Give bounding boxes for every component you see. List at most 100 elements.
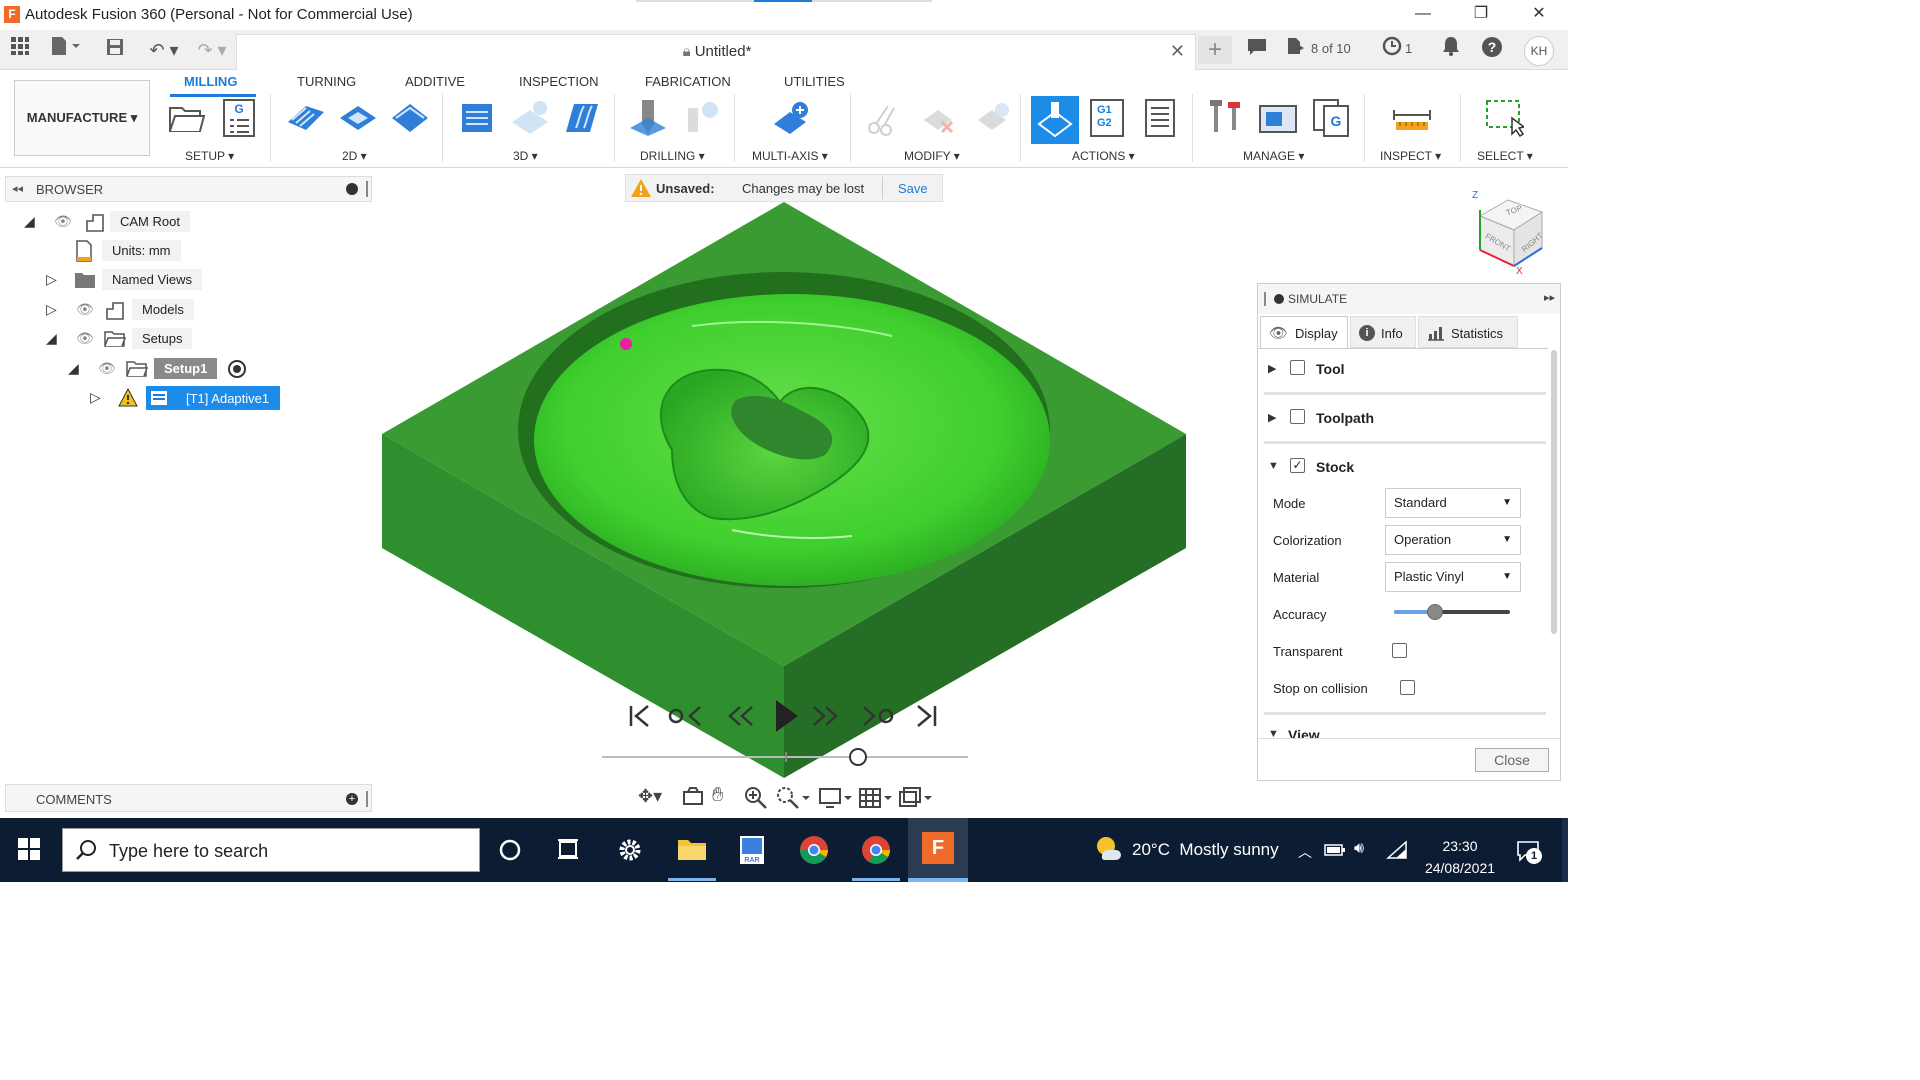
group-select[interactable]: SELECT ▾: [1477, 149, 1533, 163]
window-select-icon[interactable]: [1484, 98, 1526, 138]
file-menu-icon[interactable]: [48, 36, 84, 64]
tab-statistics[interactable]: Statistics: [1418, 316, 1518, 348]
panel-toggle-icon[interactable]: [1274, 294, 1284, 304]
measure-icon[interactable]: [1392, 98, 1432, 138]
collapsed-triangle-icon[interactable]: ▷: [46, 271, 57, 288]
comments-pin-icon[interactable]: [366, 791, 368, 807]
browser-pin-icon[interactable]: [366, 181, 368, 197]
tool-checkbox[interactable]: [1290, 360, 1305, 375]
wifi-icon[interactable]: [1386, 840, 1408, 860]
group-actions[interactable]: ACTIONS ▾: [1072, 149, 1135, 163]
display-settings-icon[interactable]: [818, 786, 852, 810]
battery-icon[interactable]: [1324, 842, 1346, 858]
group-drilling[interactable]: DRILLING ▾: [640, 149, 705, 163]
transparent-checkbox[interactable]: [1392, 643, 1407, 658]
tab-milling[interactable]: MILLING: [184, 74, 237, 89]
drill-icon[interactable]: [628, 98, 668, 138]
expand-triangle-icon[interactable]: ◢: [68, 360, 79, 377]
file-explorer-icon[interactable]: [670, 828, 714, 872]
group-manage[interactable]: MANAGE ▾: [1243, 149, 1304, 163]
chrome-profile-icon[interactable]: [854, 828, 898, 872]
panel-scrollbar[interactable]: [1551, 350, 1557, 634]
tab-fabrication[interactable]: FABRICATION: [645, 74, 731, 89]
face-icon[interactable]: [390, 98, 430, 138]
group-2d[interactable]: 2D ▾: [342, 149, 367, 163]
clock-icon[interactable]: [1380, 36, 1404, 64]
tab-display[interactable]: 👁︎ Display: [1260, 316, 1348, 348]
show-hidden-icons-chevron-icon[interactable]: ︿: [1298, 842, 1312, 862]
pan-hand-icon[interactable]: ✋︎: [712, 784, 736, 810]
visibility-eye-icon[interactable]: 👁︎: [76, 301, 94, 318]
go-to-end-icon[interactable]: [912, 702, 940, 730]
visibility-eye-icon[interactable]: 👁︎: [76, 330, 94, 347]
section-collapsed-icon[interactable]: ▶: [1268, 411, 1276, 424]
expand-triangle-icon[interactable]: ◢: [46, 330, 57, 347]
stop-on-collision-checkbox[interactable]: [1400, 680, 1415, 695]
data-panel-grid-icon[interactable]: [8, 36, 32, 64]
add-comment-icon[interactable]: +: [346, 793, 358, 805]
2d-adaptive-icon[interactable]: [286, 98, 326, 138]
expand-panel-icon[interactable]: ▸▸: [1544, 291, 1555, 304]
viewports-icon[interactable]: [898, 786, 932, 810]
simulate-action-button[interactable]: [1031, 96, 1079, 144]
weather-text[interactable]: 20°C Mostly sunny: [1132, 840, 1279, 860]
tool-library-icon[interactable]: [1206, 98, 1246, 138]
multi-axis-icon[interactable]: [772, 98, 812, 138]
play-icon[interactable]: [772, 698, 800, 734]
active-setup-indicator-icon[interactable]: [228, 360, 246, 378]
document-tab[interactable]: 🔒︎ Untitled* ✕: [236, 34, 1196, 70]
tab-utilities[interactable]: UTILITIES: [784, 74, 845, 89]
nc-program-icon[interactable]: G: [220, 98, 260, 138]
cortana-icon[interactable]: [488, 828, 532, 872]
section-expanded-icon[interactable]: ▼: [1268, 460, 1279, 472]
minimize-button[interactable]: —: [1394, 0, 1452, 30]
fusion-taskbar-button[interactable]: F: [908, 818, 968, 882]
weather-sun-icon[interactable]: [1094, 834, 1122, 862]
look-at-icon[interactable]: [682, 786, 704, 810]
previous-operation-icon[interactable]: [668, 702, 704, 730]
tab-additive[interactable]: ADDITIVE: [405, 74, 465, 89]
save-link[interactable]: Save: [898, 181, 928, 196]
2d-pocket-icon[interactable]: [338, 98, 378, 138]
timeline-track[interactable]: [602, 748, 968, 766]
grid-settings-icon[interactable]: [858, 786, 892, 810]
collapsed-triangle-icon[interactable]: ▷: [46, 301, 57, 318]
visibility-eye-icon[interactable]: 👁︎: [54, 213, 72, 230]
orbit-icon[interactable]: ✥▾: [638, 786, 676, 810]
comment-icon[interactable]: [1244, 36, 1270, 64]
section-expanded-icon[interactable]: ▼: [1268, 728, 1279, 738]
show-desktop-button[interactable]: [1562, 818, 1568, 882]
group-3d[interactable]: 3D ▾: [513, 149, 538, 163]
post-process-icon[interactable]: G1 G2: [1087, 98, 1127, 138]
material-dropdown[interactable]: Plastic Vinyl ▼: [1385, 562, 1521, 592]
post-library-icon[interactable]: G: [1312, 98, 1352, 138]
user-avatar[interactable]: KH: [1524, 36, 1554, 66]
chrome-icon[interactable]: [792, 828, 836, 872]
3d-adaptive-icon[interactable]: [458, 98, 498, 138]
volume-icon[interactable]: 🔊︎: [1354, 840, 1364, 858]
expand-triangle-icon[interactable]: ◢: [24, 213, 35, 230]
step-back-icon[interactable]: [726, 702, 756, 730]
save-icon[interactable]: [104, 36, 126, 64]
group-modify[interactable]: MODIFY ▾: [904, 149, 960, 163]
tree-item-cam-root[interactable]: CAM Root: [110, 211, 190, 232]
3d-parallel-icon[interactable]: [562, 98, 602, 138]
close-button[interactable]: Close: [1475, 748, 1549, 772]
tree-item-adaptive1[interactable]: [T1] Adaptive1: [146, 386, 280, 410]
help-icon[interactable]: ?: [1480, 36, 1504, 64]
close-window-button[interactable]: ✕: [1510, 0, 1568, 30]
accuracy-slider[interactable]: [1394, 604, 1510, 620]
panel-grip-icon[interactable]: [1264, 292, 1266, 306]
group-inspect[interactable]: INSPECT ▾: [1380, 149, 1441, 163]
task-view-icon[interactable]: [546, 828, 590, 872]
colorization-dropdown[interactable]: Operation ▼: [1385, 525, 1521, 555]
new-tab-plus-icon[interactable]: +: [1198, 36, 1232, 64]
notification-bell-icon[interactable]: [1440, 36, 1462, 64]
collapsed-triangle-icon[interactable]: ▷: [90, 389, 101, 406]
visibility-eye-icon[interactable]: 👁︎: [98, 360, 116, 377]
step-forward-icon[interactable]: [810, 702, 840, 730]
clock-date[interactable]: 24/08/2021: [1412, 860, 1508, 876]
tab-inspection[interactable]: INSPECTION: [519, 74, 598, 89]
tree-item-models[interactable]: Models: [132, 299, 194, 320]
browser-toggle-icon[interactable]: [346, 183, 358, 195]
